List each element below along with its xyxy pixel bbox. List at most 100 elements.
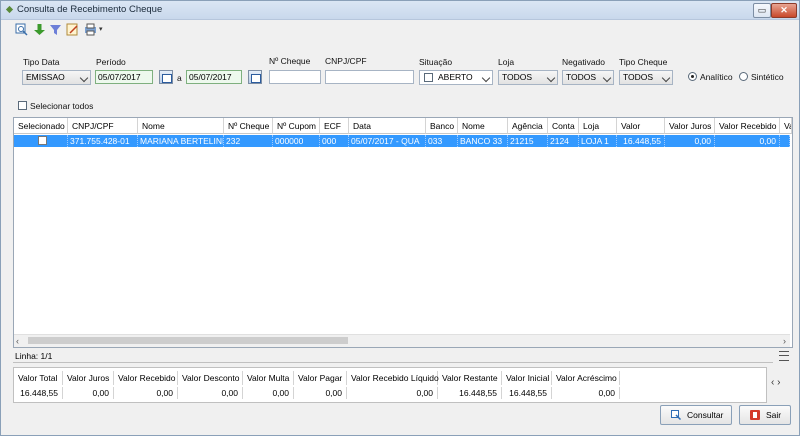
tipo-data-select[interactable]: EMISSAO [22, 70, 91, 85]
col-header[interactable]: Data [349, 118, 426, 134]
num-cheque-label: Nº Cheque [269, 56, 311, 66]
table-row[interactable]: 371.755.428-01 MARIANA BERTELINI 232 000… [14, 135, 790, 147]
negativado-select[interactable]: TODOS [562, 70, 614, 85]
chevron-down-icon [602, 73, 612, 83]
consultar-button[interactable]: Consultar [660, 405, 732, 425]
row-checkbox[interactable] [38, 136, 47, 145]
filter-icon[interactable] [49, 23, 62, 36]
loja-label: Loja [498, 57, 515, 67]
chevron-down-icon [79, 73, 89, 83]
chevron-left-icon[interactable]: ‹ [771, 377, 774, 388]
cnpj-input[interactable] [325, 70, 414, 84]
exit-icon [750, 410, 760, 420]
total-value: 16.448,55 [502, 387, 552, 399]
col-header[interactable]: ECF [320, 118, 349, 134]
col-header[interactable]: Va [780, 118, 792, 134]
calendar-from-button[interactable] [159, 70, 173, 84]
cell-banco-nome: BANCO 33 [458, 135, 508, 147]
window-title: Consulta de Recebimento Cheque [17, 4, 163, 15]
cell-ecf: 000 [320, 135, 349, 147]
results-grid[interactable]: Selecionado CNPJ/CPF Nome Nº Cheque Nº C… [13, 117, 793, 348]
minimize-icon: ▭ [757, 5, 767, 15]
periodo-label: Período [96, 57, 126, 67]
num-cheque-input[interactable] [269, 70, 321, 84]
cell-conta: 2124 [548, 135, 579, 147]
cell-valor-juros: 0,00 [665, 135, 715, 147]
situacao-checkbox[interactable] [424, 73, 433, 82]
row-count: Linha: 1/1 [15, 351, 53, 361]
total-value: 0,00 [347, 387, 438, 399]
selecionar-todos-checkbox[interactable] [18, 101, 27, 110]
col-header[interactable]: Nº Cheque [224, 118, 273, 134]
total-header: Valor Recebido Líquido [347, 371, 439, 385]
row-select-cell[interactable] [14, 135, 68, 147]
col-header[interactable]: Nome [138, 118, 224, 134]
tipo-data-label: Tipo Data [23, 57, 60, 67]
tipo-cheque-label: Tipo Cheque [619, 57, 668, 67]
cell-banco: 033 [426, 135, 458, 147]
analitico-label: Analítico [700, 72, 733, 82]
cell-data: 05/07/2017 - QUA [349, 135, 426, 147]
calendar-to-button[interactable] [248, 70, 262, 84]
col-header[interactable]: Valor Juros [665, 118, 715, 134]
col-header[interactable]: Nome [458, 118, 508, 134]
total-value: 16.448,55 [438, 387, 502, 399]
chevron-left-icon[interactable]: ‹ [16, 335, 19, 347]
chevron-right-icon[interactable]: › [783, 335, 786, 347]
search-icon[interactable] [15, 23, 28, 36]
sair-button[interactable]: Sair [739, 405, 791, 425]
col-header[interactable]: Loja [579, 118, 617, 134]
total-header: Valor Recebido [114, 371, 178, 385]
total-value: 0,00 [243, 387, 294, 399]
periodo-from-field[interactable]: 05/07/2017 [95, 70, 153, 84]
cell-extra [780, 135, 790, 147]
col-header[interactable]: Nº Cupom [273, 118, 320, 134]
calendar-icon [251, 74, 261, 83]
chevron-down-icon[interactable]: ▾ [99, 25, 103, 33]
scrollbar-thumb[interactable] [28, 337, 348, 344]
edit-icon[interactable] [66, 23, 79, 36]
col-header[interactable]: Conta [548, 118, 579, 134]
total-value: 0,00 [552, 387, 620, 399]
loja-select[interactable]: TODOS [498, 70, 558, 85]
total-value: 0,00 [114, 387, 178, 399]
col-header[interactable]: Selecionado [14, 118, 68, 134]
col-header[interactable]: Valor [617, 118, 665, 134]
situacao-select[interactable]: ABERTO [419, 70, 493, 85]
periodo-to-field[interactable]: 05/07/2017 [186, 70, 242, 84]
col-header[interactable]: Agência [508, 118, 548, 134]
total-value: 0,00 [63, 387, 114, 399]
search-icon [671, 410, 681, 420]
situacao-label: Situação [419, 57, 453, 67]
cell-agencia: 21215 [508, 135, 548, 147]
periodo-separator: a [177, 73, 182, 83]
cell-cnpj: 371.755.428-01 [68, 135, 138, 147]
menu-icon[interactable] [779, 351, 789, 361]
chevron-down-icon [481, 73, 491, 83]
negativado-label: Negativado [562, 57, 606, 67]
total-header: Valor Acréscimo [552, 371, 620, 385]
tipo-data-value: EMISSAO [26, 72, 65, 82]
arrow-down-icon[interactable] [33, 23, 46, 36]
totals-nav: ‹ › [771, 377, 780, 388]
app-icon [5, 5, 14, 14]
cell-valor-recebido: 0,00 [715, 135, 780, 147]
col-header[interactable]: Valor Recebido [715, 118, 780, 134]
total-header: Valor Juros [63, 371, 114, 385]
sintetico-radio[interactable] [739, 72, 748, 81]
cell-loja: LOJA 1 [579, 135, 617, 147]
total-header: Valor Restante [438, 371, 502, 385]
totals-panel: Valor Total Valor Juros Valor Recebido V… [13, 367, 767, 403]
close-button[interactable]: ✕ [771, 3, 797, 18]
cnpj-label: CNPJ/CPF [325, 56, 367, 66]
print-icon[interactable] [84, 23, 97, 36]
chevron-right-icon[interactable]: › [777, 377, 780, 388]
analitico-radio[interactable] [688, 72, 697, 81]
minimize-button[interactable]: ▭ [753, 3, 771, 18]
col-header[interactable]: CNPJ/CPF [68, 118, 138, 134]
cell-num-cupom: 000000 [273, 135, 320, 147]
col-header[interactable]: Banco [426, 118, 458, 134]
sintetico-label: Sintético [751, 72, 784, 82]
tipo-cheque-select[interactable]: TODOS [619, 70, 673, 85]
horizontal-scrollbar[interactable]: ‹ › [14, 334, 790, 347]
